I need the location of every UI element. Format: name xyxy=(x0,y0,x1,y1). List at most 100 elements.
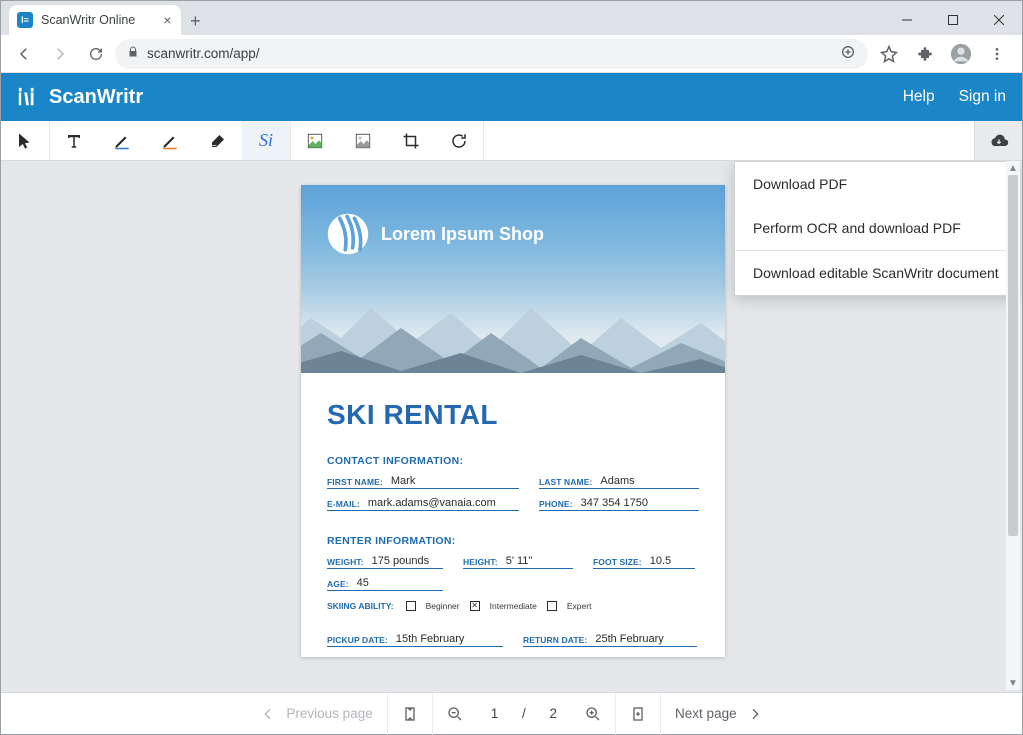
field-row: E-MAIL: mark.adams@vanaia.com PHONE: 347… xyxy=(327,497,699,511)
brand[interactable]: ScanWritr xyxy=(17,86,143,109)
signin-link[interactable]: Sign in xyxy=(959,88,1006,106)
pen-orange-tool[interactable] xyxy=(146,121,194,160)
titlebar: I≡ ScanWritr Online × + xyxy=(1,1,1022,35)
height-label: HEIGHT: xyxy=(463,557,498,567)
window-controls xyxy=(884,5,1022,35)
age-label: AGE: xyxy=(327,579,349,589)
browser-tab[interactable]: I≡ ScanWritr Online × xyxy=(9,5,181,35)
extensions-area xyxy=(870,39,1016,69)
crop-tool[interactable] xyxy=(387,121,435,160)
tab-title: ScanWritr Online xyxy=(41,13,135,27)
section-contact-label: CONTACT INFORMATION: xyxy=(327,455,699,467)
document-page[interactable]: Lorem Ipsum Shop SKI RENTAL CONTACT INFO… xyxy=(301,185,725,657)
add-page-button[interactable] xyxy=(616,693,660,735)
download-editable-item[interactable]: Download editable ScanWritr document xyxy=(735,251,1017,295)
profile-button[interactable] xyxy=(946,39,976,69)
scroll-up-icon[interactable]: ▲ xyxy=(1006,161,1020,175)
toolbar-spacer xyxy=(484,121,974,160)
zoom-out-button[interactable] xyxy=(433,693,477,735)
field-row: FIRST NAME: Mark LAST NAME: Adams xyxy=(327,475,699,489)
forward-button[interactable] xyxy=(43,39,77,69)
tab-close-icon[interactable]: × xyxy=(163,12,171,28)
last-name-field: LAST NAME: Adams xyxy=(539,475,699,489)
scrollbar-thumb[interactable] xyxy=(1008,175,1018,536)
page-sep: / xyxy=(522,706,526,721)
window-close-button[interactable] xyxy=(976,5,1022,35)
image-gray-tool[interactable] xyxy=(339,121,387,160)
image-color-tool[interactable] xyxy=(291,121,339,160)
weight-field: WEIGHT: 175 pounds xyxy=(327,555,443,569)
rotate-tool[interactable] xyxy=(435,121,483,160)
prev-page-label: Previous page xyxy=(286,706,372,721)
omnibox[interactable]: scanwritr.com/app/ xyxy=(115,39,868,69)
header-links: Help Sign in xyxy=(903,88,1006,106)
reload-button[interactable] xyxy=(79,39,113,69)
page-total: 2 xyxy=(550,706,558,721)
vertical-scrollbar[interactable]: ▲ ▼ xyxy=(1006,161,1020,690)
favicon-icon: I≡ xyxy=(17,12,33,28)
lock-icon xyxy=(127,46,139,61)
zoom-badge-icon[interactable] xyxy=(840,44,856,63)
ski-logo-icon xyxy=(325,211,371,257)
intermediate-checkbox xyxy=(470,601,480,611)
scrollbar-track[interactable] xyxy=(1006,175,1020,676)
hero-logo: Lorem Ipsum Shop xyxy=(325,211,544,257)
foot-label: FOOT SIZE: xyxy=(593,557,642,567)
select-tool[interactable] xyxy=(1,121,49,160)
weight-label: WEIGHT: xyxy=(327,557,364,567)
download-pdf-item[interactable]: Download PDF xyxy=(735,162,1017,206)
signature-glyph: Si xyxy=(259,130,273,151)
hero-brand-text: Lorem Ipsum Shop xyxy=(381,224,544,245)
ski-ability-row: SKIING ABILITY: Beginner Intermediate Ex… xyxy=(327,601,699,611)
editor-toolbar: Si xyxy=(1,121,1022,161)
last-name-label: LAST NAME: xyxy=(539,477,592,487)
pen-blue-tool[interactable] xyxy=(98,121,146,160)
eraser-tool[interactable] xyxy=(194,121,242,160)
bookmark-button[interactable] xyxy=(874,39,904,69)
email-value: mark.adams@vanaia.com xyxy=(368,497,496,509)
mountains-graphic xyxy=(301,273,725,373)
new-tab-button[interactable]: + xyxy=(181,7,209,35)
prev-page-button[interactable]: Previous page xyxy=(246,693,386,735)
first-name-value: Mark xyxy=(391,475,415,487)
intermediate-label: Intermediate xyxy=(490,601,537,611)
download-menu-button[interactable] xyxy=(974,121,1022,160)
url-text: scanwritr.com/app/ xyxy=(147,46,260,61)
next-page-button[interactable]: Next page xyxy=(661,693,777,735)
phone-label: PHONE: xyxy=(539,499,573,509)
expert-label: Expert xyxy=(567,601,592,611)
address-bar: scanwritr.com/app/ xyxy=(1,35,1022,73)
help-link[interactable]: Help xyxy=(903,88,935,106)
brand-name: ScanWritr xyxy=(49,86,143,109)
browser-menu-button[interactable] xyxy=(982,39,1012,69)
extensions-button[interactable] xyxy=(910,39,940,69)
window-minimize-button[interactable] xyxy=(884,5,930,35)
pager-footer: Previous page 1 / 2 Next page xyxy=(1,692,1022,734)
beginner-checkbox xyxy=(406,601,416,611)
text-tool[interactable] xyxy=(50,121,98,160)
expert-checkbox xyxy=(547,601,557,611)
fit-page-button[interactable] xyxy=(388,693,432,735)
email-field: E-MAIL: mark.adams@vanaia.com xyxy=(327,497,519,511)
window-maximize-button[interactable] xyxy=(930,5,976,35)
pickup-value: 15th February xyxy=(396,633,464,645)
foot-field: FOOT SIZE: 10.5 xyxy=(593,555,695,569)
foot-value: 10.5 xyxy=(650,555,671,567)
download-menu: Download PDF Perform OCR and download PD… xyxy=(734,161,1018,296)
height-value: 5' 11" xyxy=(506,555,533,567)
field-row: PICKUP DATE: 15th February RETURN DATE: … xyxy=(327,633,699,647)
phone-field: PHONE: 347 354 1750 xyxy=(539,497,699,511)
document-title: SKI RENTAL xyxy=(327,399,699,431)
scroll-down-icon[interactable]: ▼ xyxy=(1006,676,1020,690)
height-field: HEIGHT: 5' 11" xyxy=(463,555,573,569)
browser-window: I≡ ScanWritr Online × + xyxy=(0,0,1023,735)
phone-value: 347 354 1750 xyxy=(581,497,648,509)
document-body: SKI RENTAL CONTACT INFORMATION: FIRST NA… xyxy=(301,373,725,657)
workspace: Lorem Ipsum Shop SKI RENTAL CONTACT INFO… xyxy=(1,161,1022,692)
first-name-label: FIRST NAME: xyxy=(327,477,383,487)
zoom-in-button[interactable] xyxy=(571,693,615,735)
download-ocr-pdf-item[interactable]: Perform OCR and download PDF xyxy=(735,206,1017,250)
app-header: ScanWritr Help Sign in xyxy=(1,73,1022,121)
back-button[interactable] xyxy=(7,39,41,69)
signature-tool[interactable]: Si xyxy=(242,121,290,160)
